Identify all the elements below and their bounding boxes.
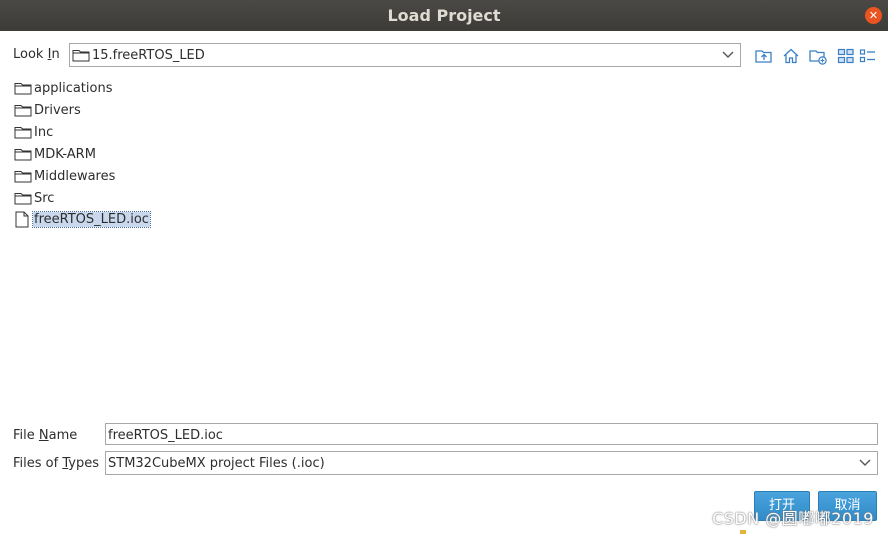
list-item-label: Middlewares (34, 169, 116, 184)
folder-icon (14, 83, 32, 95)
details-view-button[interactable] (858, 46, 878, 66)
folder-icon (14, 105, 32, 117)
file-name-label: File Name (13, 428, 78, 443)
look-in-combo[interactable]: 15.freeRTOS_LED (69, 43, 741, 67)
chevron-down-icon (859, 459, 871, 466)
list-item[interactable]: Drivers (13, 101, 413, 121)
list-item[interactable]: Middlewares (13, 167, 413, 187)
files-of-type-combo[interactable]: STM32CubeMX project Files (.ioc) (105, 451, 878, 475)
accent-strip (740, 530, 746, 534)
chevron-down-icon (722, 51, 734, 58)
list-item-label: MDK-ARM (34, 147, 96, 162)
new-folder-button[interactable] (808, 46, 828, 66)
home-button[interactable] (781, 46, 801, 66)
title-bar: Load Project ✕ (0, 0, 888, 31)
folder-icon (72, 50, 90, 62)
details-view-icon (859, 49, 875, 63)
files-of-type-label: Files of Types (13, 456, 99, 471)
list-item-label: applications (34, 81, 113, 96)
folder-icon (14, 193, 32, 205)
new-folder-icon (809, 50, 827, 65)
toolbar (754, 46, 880, 66)
list-view-button[interactable] (836, 46, 856, 66)
home-icon (783, 48, 799, 64)
look-in-label: Look In (13, 47, 60, 62)
list-item[interactable]: Src (13, 189, 413, 209)
list-item-label: freeRTOS_LED.ioc (32, 211, 151, 228)
folder-icon (14, 171, 32, 183)
close-icon: ✕ (868, 9, 879, 22)
dialog-body: Look In 15.freeRTOS_LED applications Dri… (0, 31, 888, 534)
list-view-icon (837, 48, 854, 64)
window-title: Load Project (387, 6, 501, 25)
list-item[interactable]: MDK-ARM (13, 145, 413, 165)
look-in-value: 15.freeRTOS_LED (92, 48, 205, 63)
list-item-selected[interactable]: freeRTOS_LED.ioc (13, 211, 413, 231)
folder-up-icon (755, 50, 772, 63)
list-item-label: Inc (34, 125, 54, 140)
list-item-label: Src (34, 191, 55, 206)
list-item[interactable]: Inc (13, 123, 413, 143)
folder-icon (14, 149, 32, 161)
file-name-input[interactable] (105, 423, 878, 445)
files-of-type-value: STM32CubeMX project Files (.ioc) (108, 456, 325, 471)
list-item[interactable]: applications (13, 79, 413, 99)
close-button[interactable]: ✕ (865, 7, 882, 24)
watermark: CSDN @圆嘟嘟2019 (712, 509, 874, 528)
up-folder-button[interactable] (754, 46, 774, 66)
folder-icon (14, 127, 32, 139)
list-item-label: Drivers (34, 103, 81, 118)
file-list[interactable]: applications Drivers Inc MDK-ARM Middlew… (13, 79, 873, 239)
document-icon (15, 211, 29, 228)
